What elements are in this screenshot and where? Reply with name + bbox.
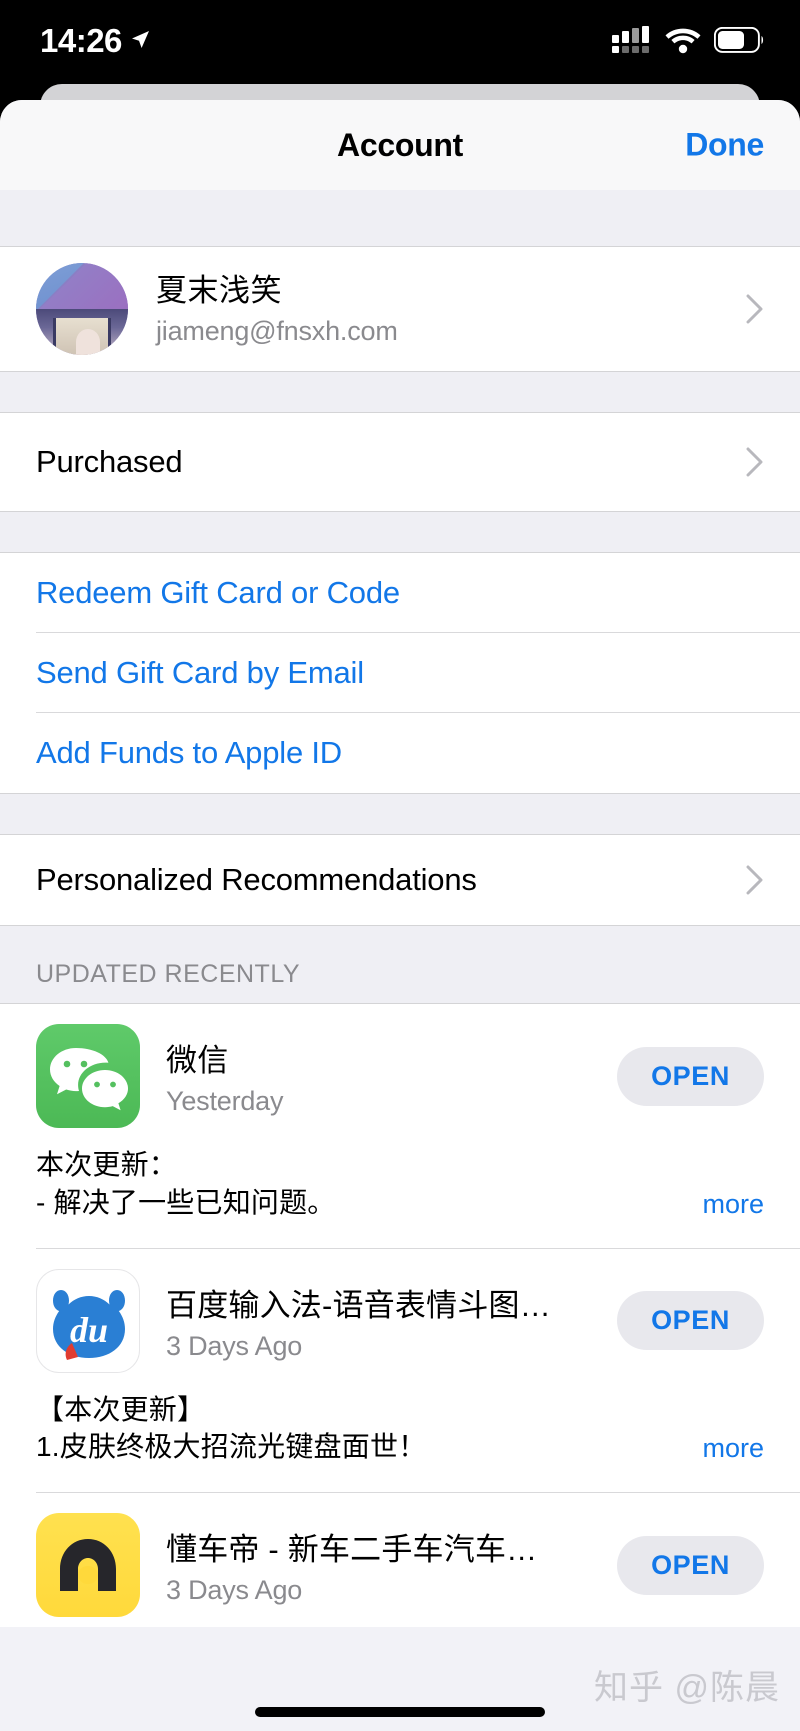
dongchedi-icon [36, 1513, 140, 1618]
purchased-row[interactable]: Purchased [0, 413, 800, 511]
home-indicator[interactable] [255, 1707, 545, 1717]
open-button[interactable]: OPEN [617, 1535, 764, 1595]
app-update-date: 3 Days Ago [166, 1575, 303, 1606]
status-bar-clock: 14:26 [40, 21, 122, 59]
add-funds-label: Add Funds to Apple ID [36, 735, 342, 770]
purchased-section: Purchased [0, 412, 800, 512]
purchased-label: Purchased [36, 444, 183, 479]
done-button[interactable]: Done [685, 127, 764, 164]
app-meta: 微信 Yesterday [166, 1035, 617, 1117]
personalized-recommendations-row[interactable]: Personalized Recommendations [0, 835, 800, 925]
release-notes: 【本次更新】 1.皮肤终极大招流光键盘面世！ more [0, 1383, 800, 1493]
app-update-date: Yesterday [166, 1086, 284, 1116]
gift-card-section: Redeem Gift Card or Code Send Gift Card … [0, 552, 800, 794]
add-funds-row[interactable]: Add Funds to Apple ID [0, 713, 800, 793]
cellular-signal-icon [612, 26, 649, 53]
spacer-above-giftcards [0, 512, 800, 552]
release-notes-line-2: - 解决了一些已知问题。 [36, 1186, 336, 1218]
profile-email: jiameng@fnsxh.com [156, 315, 398, 346]
status-bar-left: 14:26 [40, 24, 150, 57]
navigation-bar: Account Done [0, 100, 800, 190]
app-update-date: 3 Days Ago [166, 1330, 303, 1361]
spacer-above-purchased [0, 372, 800, 412]
release-notes-line-1: 本次更新： [36, 1149, 178, 1180]
profile-name: 夏末浅笑 [156, 273, 282, 309]
svg-text:du: du [70, 1310, 108, 1350]
page-title: Account [337, 126, 463, 163]
spacer-above-profile [0, 190, 800, 246]
status-bar-right [612, 26, 764, 54]
chevron-right-icon [746, 447, 763, 477]
redeem-gift-card-label: Redeem Gift Card or Code [36, 575, 400, 610]
app-entry: 微信 Yesterday OPEN 本次更新： - 解决了一些已知问题。 mor… [0, 1004, 800, 1249]
app-row[interactable]: 懂车帝 - 新车二手车汽车… 3 Days Ago OPEN [0, 1493, 800, 1627]
app-meta: 懂车帝 - 新车二手车汽车… 3 Days Ago [166, 1524, 617, 1606]
open-button[interactable]: OPEN [617, 1291, 764, 1351]
profile-row[interactable]: 夏末浅笑 jiameng@fnsxh.com [0, 246, 800, 372]
location-arrow-icon [131, 31, 149, 48]
app-entry: 懂车帝 - 新车二手车汽车… 3 Days Ago OPEN [0, 1493, 800, 1627]
status-bar: 14:26 [0, 0, 800, 80]
updated-apps-list: 微信 Yesterday OPEN 本次更新： - 解决了一些已知问题。 mor… [0, 1003, 800, 1628]
app-entry: du 百度输入法-语音表情斗图… 3 Days Ago OPEN 【本次更新】 … [0, 1249, 800, 1494]
app-name: 懂车帝 - 新车二手车汽车… [166, 1532, 538, 1568]
baidu-input-icon: du [36, 1268, 140, 1373]
account-sheet: Account Done 夏末浅笑 jiameng@fnsxh.com Purc… [0, 100, 800, 1731]
watermark: 知乎 @陈晨 [594, 1669, 780, 1707]
send-gift-card-row[interactable]: Send Gift Card by Email [0, 633, 800, 713]
open-button[interactable]: OPEN [617, 1046, 764, 1106]
app-meta: 百度输入法-语音表情斗图… 3 Days Ago [166, 1280, 617, 1362]
app-row[interactable]: du 百度输入法-语音表情斗图… 3 Days Ago OPEN [0, 1249, 800, 1383]
app-name: 微信 [166, 1043, 229, 1078]
wifi-icon [665, 28, 701, 53]
wechat-icon [36, 1024, 140, 1128]
updated-recently-header: UPDATED RECENTLY [0, 926, 800, 1003]
release-notes-line-2: 1.皮肤终极大招流光键盘面世！ [36, 1431, 427, 1463]
redeem-gift-card-row[interactable]: Redeem Gift Card or Code [0, 553, 800, 633]
more-link[interactable]: more [702, 1189, 764, 1222]
profile-text: 夏末浅笑 jiameng@fnsxh.com [156, 271, 398, 346]
release-notes: 本次更新： - 解决了一些已知问题。 more [0, 1138, 800, 1248]
personalized-recommendations-label: Personalized Recommendations [36, 862, 477, 897]
chevron-right-icon [746, 865, 763, 895]
avatar [36, 263, 128, 355]
recommendations-section: Personalized Recommendations [0, 834, 800, 926]
app-name: 百度输入法-语音表情斗图… [166, 1287, 551, 1323]
more-link[interactable]: more [702, 1433, 764, 1466]
chevron-right-icon [746, 294, 763, 324]
phone-screen: 14:26 Account Done 夏末浅笑 jiameng@fnsxh.co… [0, 0, 800, 1731]
battery-icon [714, 27, 764, 53]
send-gift-card-label: Send Gift Card by Email [36, 655, 364, 690]
spacer-above-recommendations [0, 794, 800, 834]
release-notes-line-1: 【本次更新】 [36, 1393, 206, 1425]
release-notes-text: 本次更新： - 解决了一些已知问题。 [36, 1146, 686, 1222]
app-row[interactable]: 微信 Yesterday OPEN [0, 1004, 800, 1138]
release-notes-text: 【本次更新】 1.皮肤终极大招流光键盘面世！ [36, 1391, 686, 1467]
